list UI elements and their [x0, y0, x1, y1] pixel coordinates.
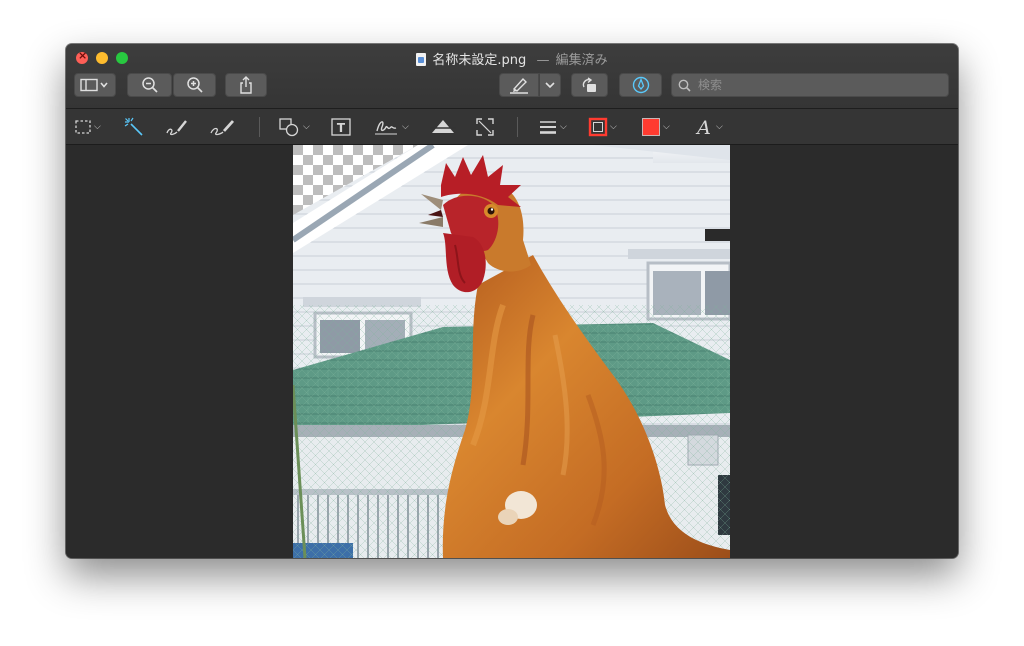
adjust-size-icon — [476, 118, 494, 136]
titlebar-toolbar: 名称未設定.png — 編集済み — [66, 44, 958, 109]
chevron-down-icon: ⌵ — [94, 122, 101, 132]
text-style-icon: A — [695, 117, 711, 137]
rect-selection-icon — [75, 120, 91, 134]
document-name: 名称未設定.png — [432, 53, 527, 68]
text-icon: T — [331, 118, 351, 136]
chevron-down-icon: ⌵ — [560, 122, 567, 132]
rotate-button[interactable] — [571, 73, 608, 97]
sign-tool[interactable]: ⌵ — [372, 117, 409, 137]
line-style-tool[interactable]: ⌵ — [538, 117, 567, 137]
window-title: 名称未設定.png — 編集済み — [66, 49, 958, 68]
text-tool[interactable]: T — [330, 117, 352, 137]
highlight-menu-button[interactable] — [539, 73, 561, 97]
rooster-image — [293, 145, 730, 558]
document-canvas[interactable] — [66, 145, 958, 558]
sidebar-button[interactable] — [74, 73, 116, 97]
instant-alpha-icon — [124, 117, 143, 136]
instant-alpha-tool[interactable] — [124, 117, 144, 137]
zoom-in-button[interactable] — [173, 73, 216, 97]
adjust-size-tool[interactable] — [475, 117, 495, 137]
markup-toolbar-button[interactable] — [619, 73, 662, 97]
shapes-tool[interactable]: ⌵ — [279, 117, 310, 137]
edited-status: 編集済み — [555, 53, 608, 68]
draw-icon — [210, 120, 235, 136]
rect-selection-tool[interactable]: ⌵ — [74, 117, 101, 137]
shapes-icon — [279, 118, 299, 137]
chevron-down-icon: ⌵ — [716, 122, 723, 132]
text-style-tool[interactable]: A ⌵ — [694, 117, 723, 137]
search-input[interactable] — [696, 77, 940, 93]
sketch-icon — [166, 120, 187, 136]
toolbar-separator — [259, 117, 260, 137]
markup-pen-icon — [632, 76, 649, 94]
zoom-out-button[interactable] — [127, 73, 172, 97]
share-button[interactable] — [225, 73, 267, 97]
chevron-down-icon: ⌵ — [610, 122, 617, 132]
search-field[interactable] — [671, 73, 949, 97]
highlighter-icon — [510, 77, 528, 94]
rooster-photo[interactable] — [293, 145, 730, 558]
share-icon — [240, 76, 252, 94]
border-color-icon — [588, 117, 608, 137]
chevron-down-icon: ⌵ — [303, 122, 310, 132]
title-separator: — — [536, 53, 550, 68]
adjust-color-tool[interactable] — [430, 117, 456, 137]
chevron-down-icon — [545, 82, 555, 89]
sign-icon — [375, 121, 397, 135]
search-icon — [678, 79, 691, 92]
adjust-color-icon — [430, 120, 456, 133]
sidebar-icon — [80, 78, 108, 92]
fill-color-icon — [642, 118, 660, 136]
fill-color-tool[interactable]: ⌵ — [641, 117, 670, 137]
chevron-down-icon: ⌵ — [402, 122, 409, 132]
svg-text:T: T — [337, 121, 346, 135]
draw-tool[interactable] — [209, 117, 237, 137]
zoom-in-icon — [186, 77, 203, 93]
markup-toolbar: ⌵ ⌵ T ⌵ ⌵ ⌵ ⌵ A ⌵ — [66, 109, 958, 145]
chevron-down-icon: ⌵ — [663, 122, 670, 132]
toolbar-separator — [517, 117, 518, 137]
png-file-icon — [416, 53, 427, 66]
zoom-out-icon — [141, 77, 158, 93]
border-color-tool[interactable]: ⌵ — [588, 117, 617, 137]
line-style-icon — [540, 121, 556, 134]
highlight-button[interactable] — [499, 73, 539, 97]
svg-text:A: A — [695, 117, 711, 137]
sketch-tool[interactable] — [165, 117, 189, 137]
rotate-icon — [582, 77, 596, 92]
preview-window: 名称未設定.png — 編集済み — [66, 44, 958, 558]
